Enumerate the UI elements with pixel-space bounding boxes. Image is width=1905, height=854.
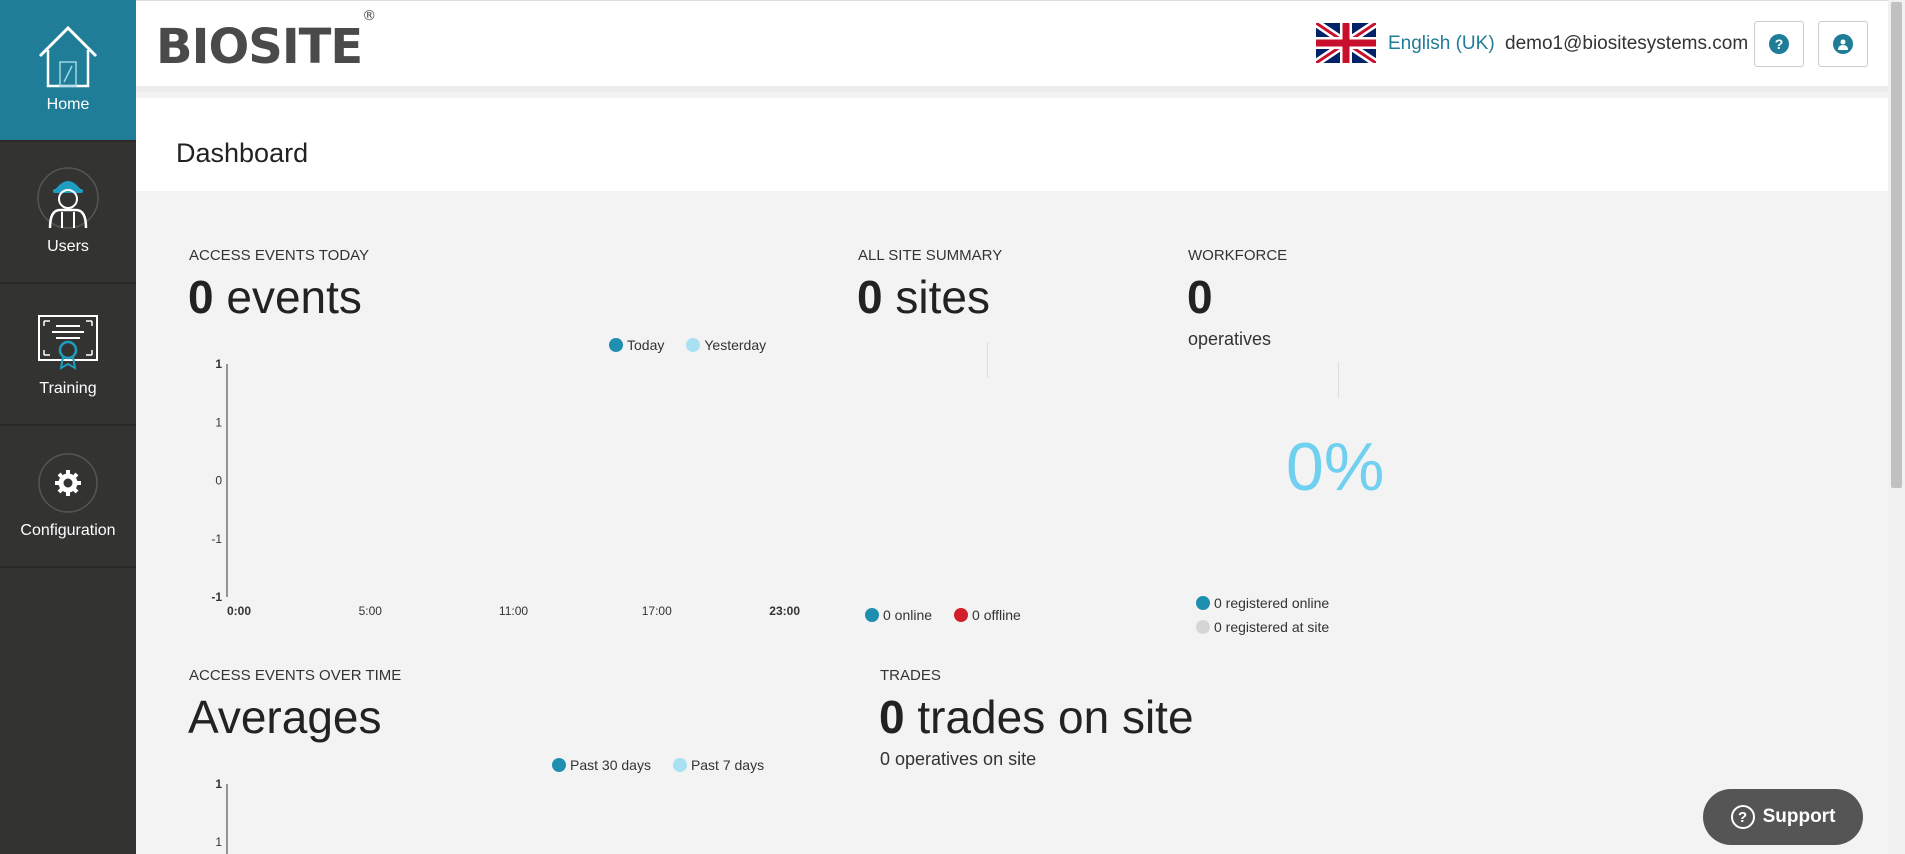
workforce-unit: operatives bbox=[1188, 329, 1272, 349]
site-summary-legend: 0 online 0 offline bbox=[865, 607, 1021, 623]
x-tick-label: 11:00 bbox=[499, 604, 528, 618]
legend-swatch bbox=[1196, 620, 1210, 634]
y-tick-label: 1 bbox=[215, 415, 222, 429]
site-summary-unit: sites bbox=[895, 271, 990, 323]
gear-icon bbox=[35, 448, 101, 518]
access-today-count: 0 events bbox=[188, 270, 362, 324]
y-tick-label: 0 bbox=[215, 474, 222, 488]
language-selector[interactable]: English (UK) bbox=[1388, 33, 1495, 55]
sidebar: Home Users Training Configuration bbox=[0, 0, 136, 854]
access-over-time-title: ACCESS EVENTS OVER TIME bbox=[189, 667, 402, 684]
access-over-time-heading: Averages bbox=[188, 691, 382, 743]
x-tick-label: 5:00 bbox=[359, 604, 383, 618]
divider bbox=[1338, 362, 1339, 398]
legend-item[interactable]: 0 registered online bbox=[1196, 595, 1329, 611]
legend-label: Past 7 days bbox=[690, 757, 765, 773]
y-tick-label: -1 bbox=[211, 532, 222, 546]
access-today-chart: 1 1 0 -1 -1 0:00 5:00 11:00 17:00 23:00 bbox=[211, 357, 800, 618]
app-root: Home Users Training Configuration BIOSIT… bbox=[0, 0, 1905, 854]
sidebar-item-label: Home bbox=[46, 96, 90, 113]
divider bbox=[987, 342, 988, 378]
top-header: BIOSITE® English (UK) demo1@biositesyste… bbox=[136, 0, 1888, 92]
workforce-count: 0 bbox=[1187, 271, 1213, 323]
legend-item[interactable]: 0 offline bbox=[954, 607, 1021, 623]
legend-item[interactable]: Past 7 days bbox=[672, 757, 765, 773]
y-tick-label: -1 bbox=[211, 590, 222, 604]
trades-title: TRADES bbox=[880, 667, 941, 684]
trades-unit: trades on site bbox=[917, 691, 1194, 743]
trades-sub: 0 operatives on site bbox=[880, 749, 1037, 769]
legend-swatch bbox=[672, 758, 687, 772]
help-button[interactable]: ? bbox=[1754, 21, 1804, 67]
site-summary-count: 0 sites bbox=[857, 270, 990, 324]
x-tick-label: 17:00 bbox=[642, 604, 672, 618]
trades-number: 0 bbox=[879, 691, 905, 743]
help-icon: ? bbox=[1730, 805, 1755, 829]
sidebar-item-label: Users bbox=[47, 238, 89, 255]
access-today-title: ACCESS EVENTS TODAY bbox=[189, 247, 370, 264]
account-button[interactable] bbox=[1818, 21, 1868, 67]
legend-label: 0 online bbox=[883, 607, 933, 623]
home-icon bbox=[35, 22, 101, 92]
user-email: demo1@biositesystems.com bbox=[1505, 33, 1749, 54]
access-over-time-chart: 11 bbox=[215, 777, 228, 854]
help-icon: ? bbox=[1769, 34, 1789, 54]
scrollbar-thumb[interactable] bbox=[1891, 2, 1902, 488]
sidebar-item-label: Training bbox=[39, 380, 97, 397]
access-over-time-legend: Past 30 days Past 7 days bbox=[552, 757, 764, 773]
legend-label: 0 offline bbox=[972, 607, 1021, 623]
biosite-logo[interactable]: BIOSITE® bbox=[156, 8, 376, 75]
trades-count: 0 trades on site bbox=[879, 690, 1194, 744]
legend-label: 0 registered online bbox=[1214, 595, 1330, 611]
legend-swatch bbox=[1196, 596, 1210, 610]
workforce-legend: 0 registered online 0 registered at site bbox=[1196, 595, 1329, 635]
sidebar-item-label: Configuration bbox=[20, 522, 116, 539]
workforce-percent: 0% bbox=[1286, 429, 1385, 505]
page-scrollbar[interactable] bbox=[1888, 0, 1905, 854]
y-tick-label: 1 bbox=[215, 777, 222, 791]
access-today-number: 0 bbox=[188, 271, 214, 323]
site-summary-title: ALL SITE SUMMARY bbox=[858, 247, 1003, 264]
page-title: Dashboard bbox=[176, 138, 309, 168]
legend-swatch bbox=[865, 608, 879, 622]
sidebar-item-home[interactable]: Home bbox=[0, 0, 136, 142]
page-title-bar: Dashboard bbox=[136, 98, 1888, 191]
sidebar-item-configuration[interactable]: Configuration bbox=[0, 426, 136, 568]
access-today-unit: events bbox=[226, 271, 362, 323]
x-tick-label: 0:00 bbox=[227, 604, 251, 618]
workforce-title: WORKFORCE bbox=[1188, 247, 1288, 264]
logo-registered-mark: ® bbox=[362, 8, 376, 24]
site-summary-number: 0 bbox=[857, 271, 883, 323]
legend-label: 0 registered at site bbox=[1214, 619, 1330, 635]
y-tick-label: 1 bbox=[215, 835, 222, 849]
legend-item[interactable]: 0 online bbox=[865, 607, 932, 623]
certificate-icon bbox=[35, 306, 101, 376]
legend-item[interactable]: Past 30 days bbox=[552, 757, 651, 773]
legend-swatch bbox=[552, 758, 566, 772]
support-button[interactable]: ? Support bbox=[1703, 789, 1863, 845]
user-icon bbox=[1833, 34, 1853, 54]
x-tick-label: 23:00 bbox=[769, 604, 800, 618]
uk-flag-icon[interactable] bbox=[1316, 23, 1376, 63]
legend-label: Past 30 days bbox=[570, 757, 651, 773]
legend-swatch bbox=[954, 608, 969, 622]
worker-icon bbox=[35, 164, 101, 234]
sidebar-item-users[interactable]: Users bbox=[0, 142, 136, 284]
sidebar-item-training[interactable]: Training bbox=[0, 284, 136, 426]
legend-item[interactable]: 0 registered at site bbox=[1196, 619, 1329, 635]
support-label: Support bbox=[1762, 806, 1836, 827]
y-tick-label: 1 bbox=[215, 357, 222, 371]
logo-text: BIOSITE bbox=[156, 19, 363, 75]
